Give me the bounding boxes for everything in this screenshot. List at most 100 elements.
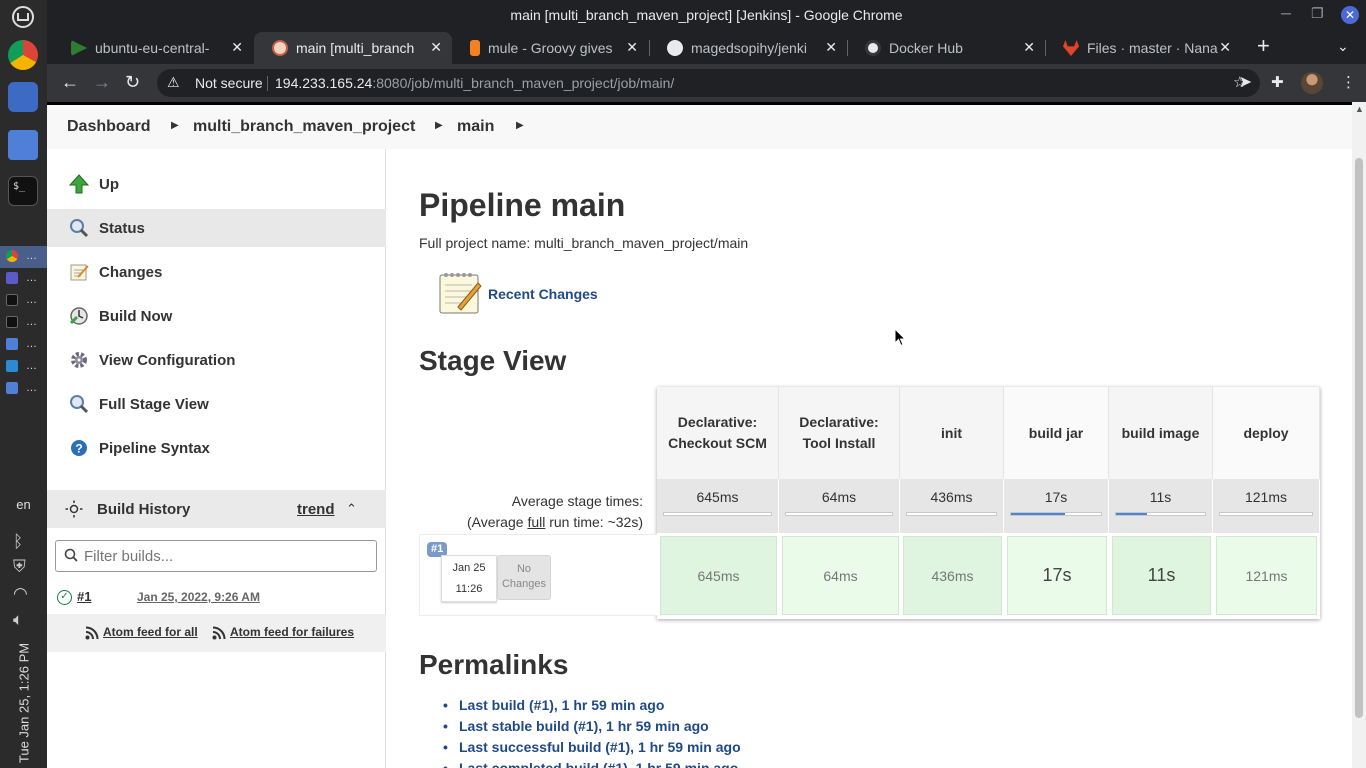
breadcrumb-arrow-icon[interactable]: ▶ [516, 120, 524, 131]
wifi-icon[interactable]: ◠ [13, 584, 28, 604]
stage-run-cell[interactable]: 121ms [1216, 536, 1317, 615]
security-label[interactable]: Not secure [195, 75, 263, 91]
tab-search-chevron-icon[interactable]: ⌄ [1337, 38, 1349, 55]
close-icon[interactable]: ✕ [1341, 6, 1359, 24]
task-build-now[interactable]: Build Now [47, 297, 386, 335]
extensions-puzzle-icon[interactable]: ✚ [1271, 73, 1284, 91]
dock-window-chrome[interactable]: … [6, 250, 37, 262]
task-pipeline-syntax[interactable]: ? Pipeline Syntax [47, 429, 386, 467]
terminal-icon[interactable]: $_ [8, 176, 38, 206]
bluetooth-icon[interactable]: ᛒ [13, 532, 23, 552]
scrollbar-thumb[interactable] [1355, 158, 1363, 718]
atom-feed-all-link[interactable]: Atom feed for all [103, 625, 198, 639]
tab-gitlab[interactable]: Files · master · Nana ✕ [1045, 32, 1241, 64]
dock-window-7[interactable]: … [6, 382, 37, 394]
permalink-last-completed[interactable]: Last completed build (#1), 1 hr 59 min a… [439, 758, 741, 768]
stage-run-cell[interactable]: 17s [1007, 536, 1107, 615]
forward-icon[interactable]: → [93, 72, 111, 93]
dock-window-3[interactable]: … [6, 294, 37, 306]
close-tab-icon[interactable]: ✕ [430, 39, 442, 56]
trend-link[interactable]: trend [297, 501, 335, 518]
close-tab-icon[interactable]: ✕ [1023, 39, 1035, 56]
stage-run-cell[interactable]: 436ms [903, 536, 1002, 615]
keyboard-layout[interactable]: en [0, 497, 47, 512]
stage-average: 11s [1109, 479, 1213, 533]
scroll-up-icon[interactable]: ▲ [1355, 104, 1364, 114]
stage-average: 64ms [779, 479, 900, 533]
breadcrumb-main[interactable]: main [457, 118, 494, 136]
tab-github[interactable]: magedsopihy/jenki ✕ [649, 32, 847, 64]
workspace-icon[interactable] [8, 82, 38, 112]
main-content: Pipeline main Full project name: multi_b… [419, 149, 1339, 768]
stage-header-checkout: Declarative: Checkout SCM [657, 387, 779, 479]
dock-window-2[interactable]: … [6, 272, 37, 284]
jenkins-page: Dashboard ▶ multi_branch_maven_project ▶… [47, 102, 1352, 768]
task-changes[interactable]: Changes [47, 253, 386, 291]
stage-average: 17s [1004, 479, 1109, 533]
build-date-link[interactable]: Jan 25, 2022, 9:26 AM [137, 590, 260, 604]
files-folder-icon[interactable] [8, 130, 38, 160]
page-scrollbar[interactable]: ▲ [1352, 102, 1366, 768]
task-up[interactable]: Up [47, 165, 386, 203]
bookmark-star-icon[interactable]: ☆ [1233, 73, 1246, 91]
sidebar: Up Status Changes Build Now View Configu… [47, 149, 386, 768]
dock-window-4[interactable]: … [6, 316, 37, 328]
profile-avatar[interactable] [1301, 72, 1323, 94]
permalink-last-stable[interactable]: Last stable build (#1), 1 hr 59 min ago [439, 716, 741, 737]
close-tab-icon[interactable]: ✕ [626, 39, 638, 56]
shield-icon[interactable]: ⛨ [13, 557, 26, 577]
build-date-card[interactable]: Jan 25 11:26 [441, 555, 497, 602]
tab-favicon-icon [71, 40, 87, 56]
stage-run-cell[interactable]: 645ms [660, 536, 777, 615]
warning-icon[interactable]: ⚠ [167, 74, 180, 91]
tab-stackoverflow[interactable]: mule - Groovy gives ✕ [452, 32, 648, 64]
stage-header-tool-install: Declarative: Tool Install [779, 387, 900, 479]
url-text[interactable]: 194.233.165.24:8080/job/multi_branch_mav… [275, 75, 674, 91]
new-tab-icon[interactable]: + [1257, 35, 1270, 57]
atom-feed-failures-link[interactable]: Atom feed for failures [230, 625, 354, 639]
breadcrumb-project[interactable]: multi_branch_maven_project [193, 118, 415, 136]
notepad-icon[interactable] [438, 269, 482, 315]
filter-builds-input[interactable] [84, 545, 364, 567]
collapse-chevron-icon[interactable]: ⌃ [346, 501, 357, 517]
stage-average: 645ms [657, 479, 779, 533]
volume-icon[interactable]: 🔈︎ [13, 610, 23, 630]
maximize-icon[interactable]: ❐ [1311, 5, 1324, 22]
close-tab-icon[interactable]: ✕ [231, 39, 243, 56]
minimize-icon[interactable]: ─ [1281, 5, 1291, 21]
recent-changes-link[interactable]: Recent Changes [488, 286, 598, 302]
back-icon[interactable]: ← [61, 72, 79, 93]
tab-ubuntu[interactable]: ubuntu-eu-central- ✕ [53, 32, 253, 64]
search-icon [69, 218, 89, 238]
menu-kebab-icon[interactable]: ⋮ [1341, 73, 1356, 91]
mint-menu-icon[interactable] [8, 2, 38, 32]
close-tab-icon[interactable]: ✕ [825, 39, 837, 56]
clock[interactable]: Tue Jan 25, 1:26 PM [14, 640, 34, 765]
breadcrumb-arrow-icon[interactable]: ▶ [171, 120, 179, 131]
tab-docker-hub[interactable]: Docker Hub ✕ [847, 32, 1045, 64]
task-view-configuration[interactable]: View Configuration [47, 341, 386, 379]
task-full-stage-view[interactable]: Full Stage View [47, 385, 386, 423]
chrome-icon[interactable] [8, 40, 38, 70]
search-icon [64, 548, 78, 567]
full-run-time-link[interactable]: full [527, 514, 545, 530]
permalink-last-successful[interactable]: Last successful build (#1), 1 hr 59 min … [439, 737, 741, 758]
docker-favicon-icon [865, 40, 881, 56]
dock-window-vscode[interactable]: … [6, 360, 37, 372]
address-bar[interactable]: ⚠ Not secure 194.233.165.24:8080/job/mul… [157, 69, 1260, 97]
search-icon [69, 394, 89, 414]
permalink-last-build[interactable]: Last build (#1), 1 hr 59 min ago [439, 695, 741, 716]
close-tab-icon[interactable]: ✕ [1219, 39, 1231, 56]
stage-header-build-jar: build jar [1004, 387, 1109, 479]
tab-jenkins-main[interactable]: main [multi_branch ✕ [254, 32, 452, 64]
breadcrumb-arrow-icon[interactable]: ▶ [435, 120, 443, 131]
stage-run-cell[interactable]: 64ms [782, 536, 899, 615]
build-number-link[interactable]: #1 [77, 589, 91, 604]
task-status[interactable]: Status [47, 209, 386, 247]
dock-window-5[interactable]: … [6, 338, 37, 350]
notepad-icon [69, 262, 89, 282]
filter-builds-field[interactable] [55, 540, 377, 572]
breadcrumb-dashboard[interactable]: Dashboard [67, 118, 151, 136]
stage-run-cell[interactable]: 11s [1112, 536, 1211, 615]
reload-icon[interactable]: ↻ [125, 72, 140, 93]
